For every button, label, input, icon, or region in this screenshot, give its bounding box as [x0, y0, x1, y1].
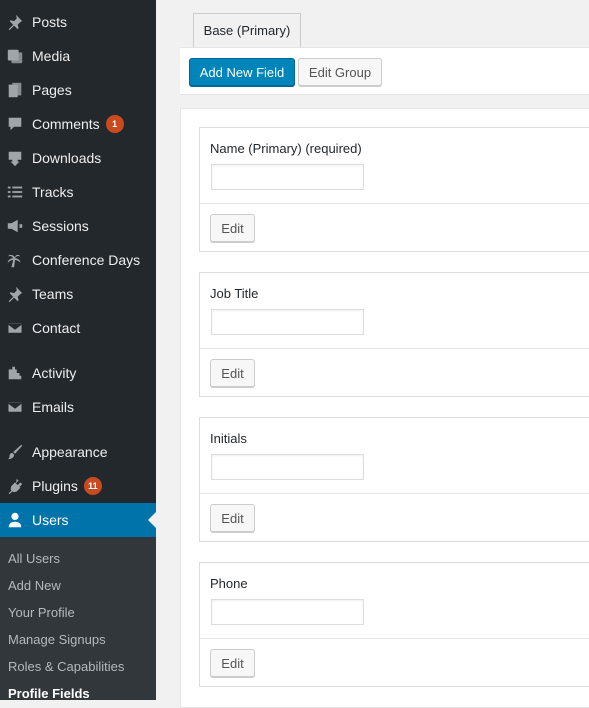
- edit-group-button[interactable]: Edit Group: [298, 58, 382, 86]
- group-toolbar: Add New Field Edit Group: [180, 47, 589, 95]
- sidebar-item-emails[interactable]: Emails: [0, 390, 156, 424]
- sidebar-item-label: Comments: [32, 116, 100, 132]
- sidebar-item-label: Conference Days: [32, 252, 141, 268]
- sidebar-item-activity[interactable]: Activity: [0, 356, 156, 390]
- add-new-field-button[interactable]: Add New Field: [189, 58, 295, 86]
- sidebar-item-sessions[interactable]: Sessions: [0, 209, 156, 243]
- sidebar-item-pages[interactable]: Pages: [0, 73, 156, 107]
- submenu-profile-fields[interactable]: Profile Fields: [8, 686, 90, 701]
- pin-icon: [5, 12, 25, 32]
- submenu-manage-signups[interactable]: Manage Signups: [8, 632, 106, 647]
- sidebar-item-label: Media: [32, 48, 71, 64]
- sidebar-item-users[interactable]: Users: [0, 503, 156, 537]
- profile-field-phone: Phone Edit: [199, 562, 589, 687]
- field-label: Job Title: [210, 286, 259, 301]
- sidebar-item-label: Emails: [32, 399, 75, 415]
- sidebar-item-conference-days[interactable]: Conference Days: [0, 243, 156, 277]
- divider: [200, 638, 589, 639]
- sidebar-item-label: Activity: [32, 365, 77, 381]
- sidebar-item-label: Pages: [32, 82, 72, 98]
- comment-icon: [5, 114, 25, 134]
- comments-count-badge: 1: [105, 115, 124, 133]
- profile-field-initials: Initials Edit: [199, 417, 589, 542]
- sidebar-item-comments[interactable]: Comments 1: [0, 107, 156, 141]
- sidebar-item-label: Posts: [32, 14, 68, 30]
- phone-field[interactable]: [211, 599, 364, 625]
- edit-field-button[interactable]: Edit: [210, 649, 255, 677]
- sidebar-item-plugins[interactable]: Plugins 11: [0, 469, 156, 503]
- activity-icon: [5, 363, 25, 383]
- sidebar-item-label: Plugins: [32, 478, 78, 494]
- sidebar-item-label: Downloads: [32, 150, 102, 166]
- brush-icon: [5, 442, 25, 462]
- submenu-add-new[interactable]: Add New: [8, 578, 61, 593]
- admin-sidebar: Posts Media Pages Comments 1 Downloads T…: [0, 0, 156, 701]
- sidebar-item-media[interactable]: Media: [0, 39, 156, 73]
- list-icon: [5, 182, 25, 202]
- download-icon: [5, 148, 25, 168]
- divider: [200, 348, 589, 349]
- submenu-all-users[interactable]: All Users: [8, 551, 60, 566]
- divider: [200, 493, 589, 494]
- sidebar-item-posts[interactable]: Posts: [0, 5, 156, 39]
- edit-field-button[interactable]: Edit: [210, 359, 255, 387]
- envelope-icon: [5, 318, 25, 338]
- users-submenu: All Users Add New Your Profile Manage Si…: [0, 537, 156, 701]
- media-icon: [5, 46, 25, 66]
- sidebar-item-label: Sessions: [32, 218, 89, 234]
- submenu-roles-capabilities[interactable]: Roles & Capabilities: [8, 659, 124, 674]
- field-label: Initials: [210, 431, 247, 446]
- initials-field[interactable]: [211, 454, 364, 480]
- sidebar-item-appearance[interactable]: Appearance: [0, 435, 156, 469]
- sidebar-item-teams[interactable]: Teams: [0, 277, 156, 311]
- field-label: Name (Primary) (required): [210, 141, 362, 156]
- megaphone-icon: [5, 216, 25, 236]
- sidebar-item-label: Appearance: [32, 444, 108, 460]
- pin-icon: [5, 284, 25, 304]
- sidebar-item-contact[interactable]: Contact: [0, 311, 156, 345]
- submenu-your-profile[interactable]: Your Profile: [8, 605, 75, 620]
- pages-icon: [5, 80, 25, 100]
- profile-field-job-title: Job Title Edit: [199, 272, 589, 397]
- field-label: Phone: [210, 576, 248, 591]
- name-field[interactable]: [211, 164, 364, 190]
- plugins-update-badge: 11: [83, 477, 102, 495]
- envelope-icon: [5, 397, 25, 417]
- sidebar-item-label: Contact: [32, 320, 81, 336]
- tab-base-primary[interactable]: Base (Primary): [193, 13, 301, 47]
- sidebar-item-tracks[interactable]: Tracks: [0, 175, 156, 209]
- sidebar-item-label: Tracks: [32, 184, 74, 200]
- profile-field-name: Name (Primary) (required) Edit: [199, 127, 589, 252]
- main-content: Base (Primary) Add New Field Edit Group …: [156, 0, 589, 708]
- sidebar-item-downloads[interactable]: Downloads: [0, 141, 156, 175]
- divider: [200, 203, 589, 204]
- edit-field-button[interactable]: Edit: [210, 504, 255, 532]
- palm-tree-icon: [5, 250, 25, 270]
- edit-field-button[interactable]: Edit: [210, 214, 255, 242]
- sidebar-item-label: Users: [32, 512, 69, 528]
- user-icon: [5, 510, 25, 530]
- plug-icon: [5, 476, 25, 496]
- sidebar-item-label: Teams: [32, 286, 74, 302]
- job-title-field[interactable]: [211, 309, 364, 335]
